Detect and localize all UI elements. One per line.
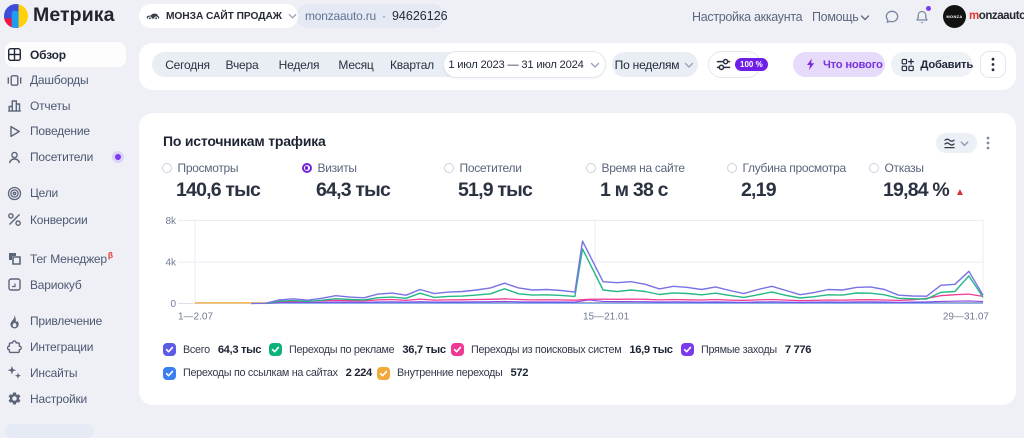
svg-text:15—21.01: 15—21.01 bbox=[583, 312, 630, 323]
svg-text:8k: 8k bbox=[165, 216, 177, 227]
svg-text:1—2.07: 1—2.07 bbox=[178, 312, 213, 323]
svg-text:4k: 4k bbox=[165, 258, 177, 269]
svg-text:29—31.07: 29—31.07 bbox=[943, 312, 990, 323]
svg-text:0: 0 bbox=[170, 299, 176, 310]
